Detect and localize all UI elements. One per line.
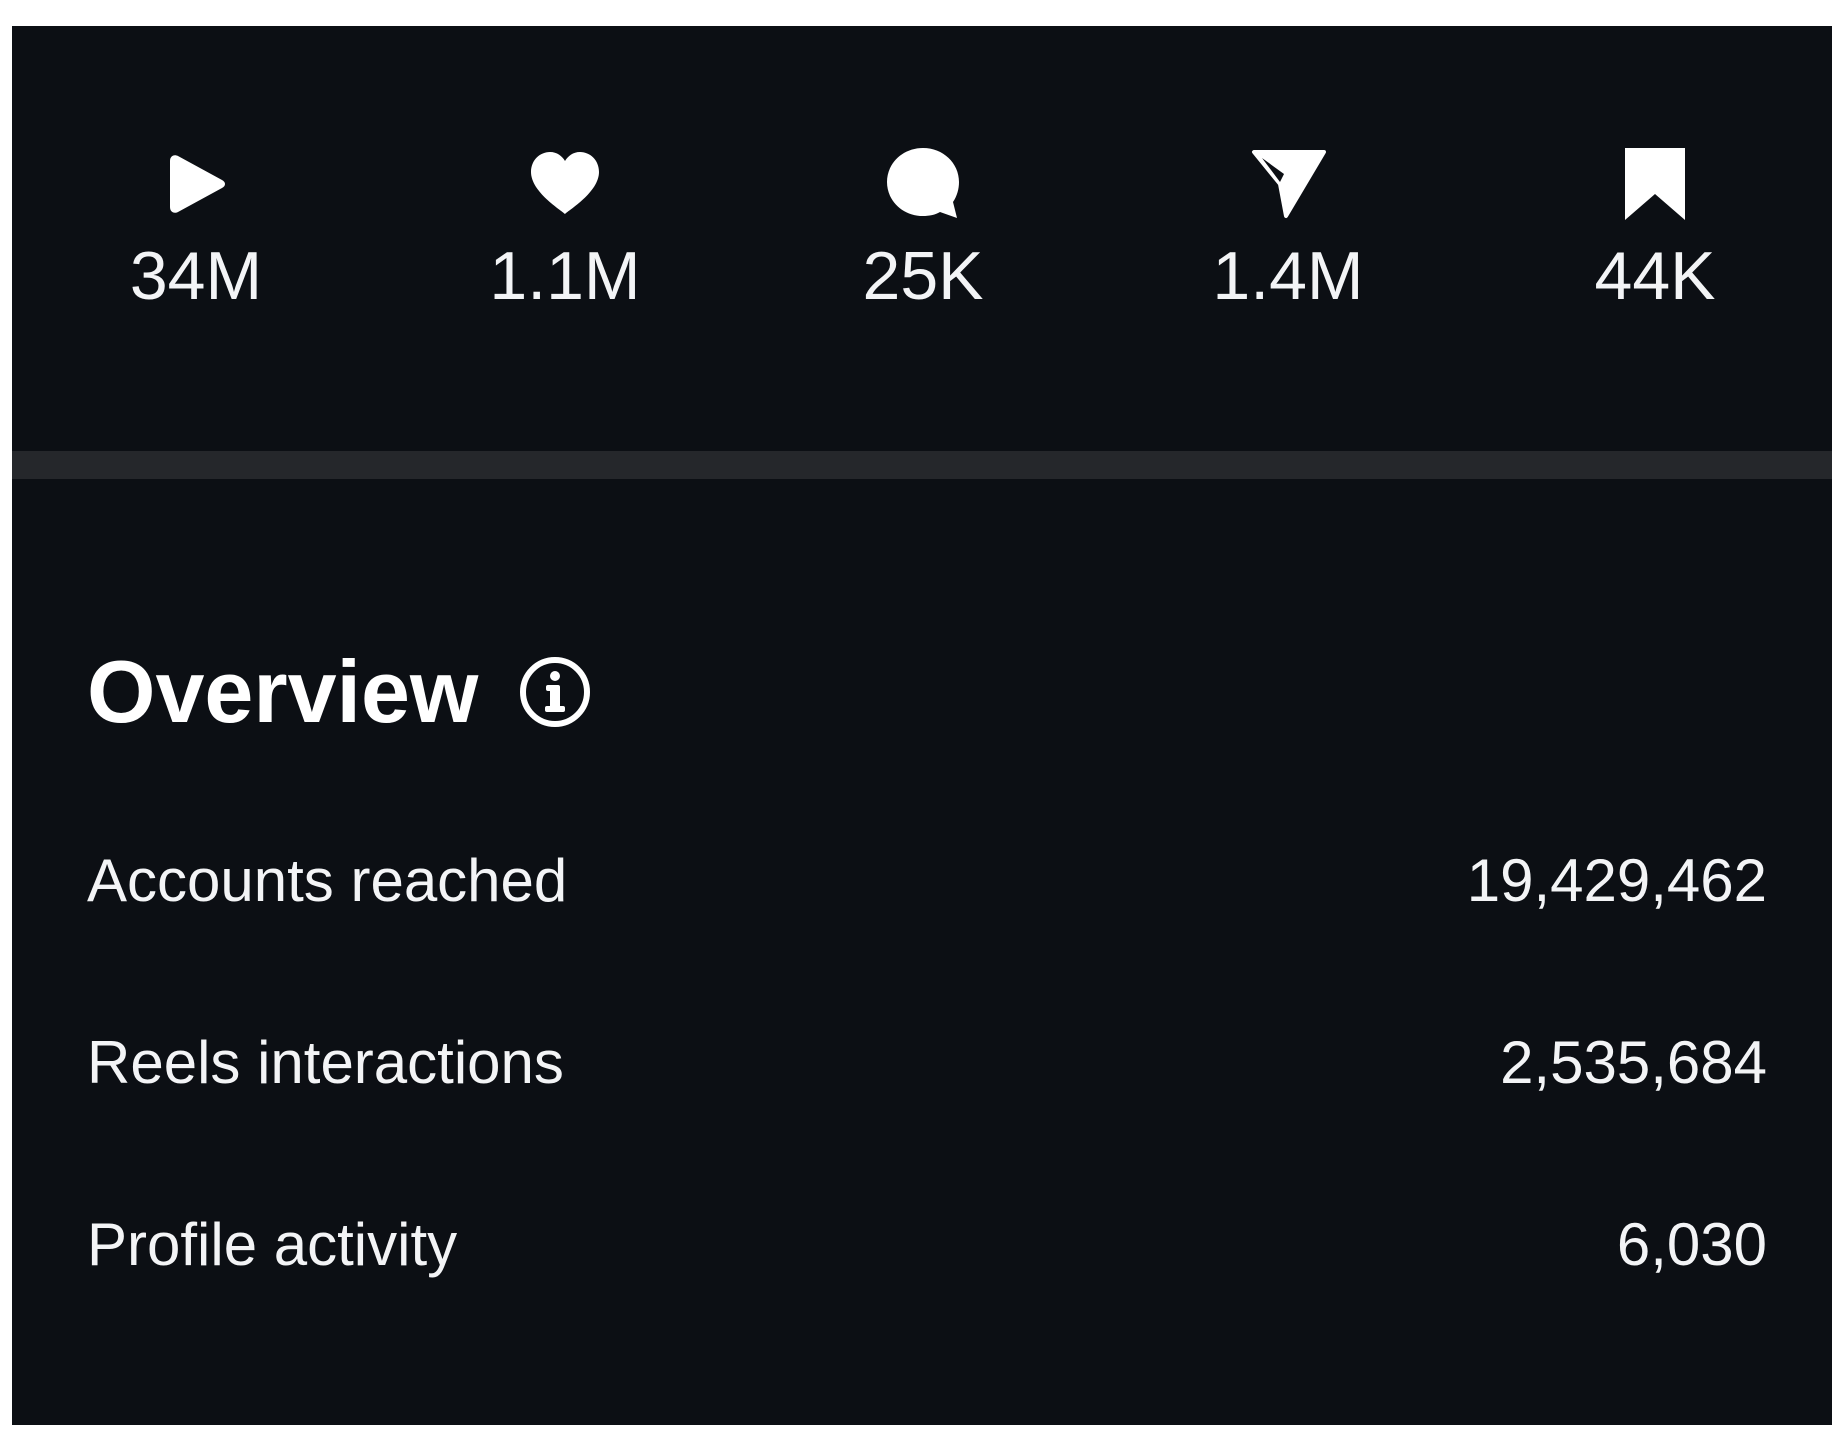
- plays-count: 34M: [129, 238, 263, 314]
- likes-stat[interactable]: 1.1M: [435, 144, 695, 316]
- engagement-stats: 34M 1.1M 25K 1.4M 44K: [12, 26, 1832, 451]
- comments-count: 25K: [862, 238, 984, 314]
- insights-panel: 34M 1.1M 25K 1.4M 44K Overview Accounts …: [12, 26, 1832, 1425]
- overview-header: Overview: [87, 642, 592, 742]
- accounts-reached-label: Accounts reached: [87, 847, 568, 914]
- overview-title: Overview: [87, 642, 479, 741]
- profile-activity-value: 6,030: [1616, 1211, 1767, 1278]
- profile-activity-label: Profile activity: [87, 1211, 458, 1278]
- saves-stat[interactable]: 44K: [1525, 144, 1785, 316]
- heart-icon: [435, 144, 695, 224]
- shares-stat[interactable]: 1.4M: [1158, 144, 1418, 316]
- bookmark-icon: [1525, 144, 1785, 224]
- section-divider: [12, 451, 1832, 479]
- send-icon: [1158, 144, 1418, 224]
- saves-count: 44K: [1594, 238, 1716, 314]
- reels-interactions-value: 2,535,684: [1500, 1029, 1767, 1096]
- accounts-reached-row[interactable]: Accounts reached 19,429,462: [87, 841, 1767, 921]
- reels-interactions-label: Reels interactions: [87, 1029, 564, 1096]
- reels-interactions-row[interactable]: Reels interactions 2,535,684: [87, 1023, 1767, 1103]
- info-icon[interactable]: [518, 655, 592, 729]
- plays-stat[interactable]: 34M: [66, 144, 326, 316]
- likes-count: 1.1M: [489, 238, 641, 314]
- shares-count: 1.4M: [1212, 238, 1364, 314]
- accounts-reached-value: 19,429,462: [1466, 847, 1767, 914]
- play-icon: [66, 144, 326, 224]
- profile-activity-row[interactable]: Profile activity 6,030: [87, 1205, 1767, 1285]
- comments-stat[interactable]: 25K: [793, 144, 1053, 316]
- comment-icon: [793, 144, 1053, 224]
